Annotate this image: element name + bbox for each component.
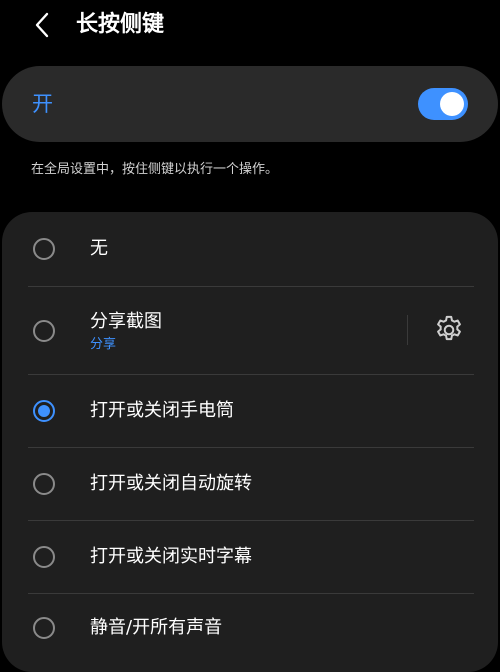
option-sublabel: 分享 <box>90 337 117 352</box>
master-toggle[interactable] <box>418 88 468 120</box>
master-switch-row[interactable]: 开 <box>2 66 498 142</box>
option-mute-all-sounds[interactable]: 静音/开所有声音 <box>2 594 498 666</box>
chevron-left-icon <box>35 12 49 38</box>
option-label: 静音/开所有声音 <box>90 617 223 638</box>
option-live-caption[interactable]: 打开或关闭实时字幕 <box>2 521 498 593</box>
option-auto-rotate[interactable]: 打开或关闭自动旋转 <box>2 448 498 520</box>
option-none[interactable]: 无 <box>2 212 498 286</box>
radio-dot <box>38 405 50 417</box>
gear-icon <box>437 315 461 341</box>
option-label: 打开或关闭手电筒 <box>90 400 234 421</box>
radio-button[interactable] <box>33 238 55 260</box>
radio-button[interactable] <box>33 546 55 568</box>
radio-button[interactable] <box>33 617 55 639</box>
back-button[interactable] <box>28 10 56 40</box>
radio-button[interactable] <box>33 320 55 342</box>
option-label: 分享截图 <box>90 311 162 332</box>
radio-button[interactable] <box>33 473 55 495</box>
radio-button-selected[interactable] <box>33 400 55 422</box>
toggle-knob <box>440 92 464 116</box>
master-switch-label: 开 <box>32 92 53 116</box>
page-title: 长按侧键 <box>76 12 165 37</box>
option-flashlight[interactable]: 打开或关闭手电筒 <box>2 375 498 447</box>
option-share-screenshot[interactable]: 分享截图 分享 <box>2 287 498 374</box>
options-list: 无 分享截图 分享 打开或关闭手电筒 打开或关闭自动旋转 打开或关闭实时字幕 静… <box>2 212 498 672</box>
description-text: 在全局设置中，按住侧键以执行一个操作。 <box>31 162 279 177</box>
share-settings-button[interactable] <box>432 313 466 347</box>
option-label: 打开或关闭自动旋转 <box>90 473 252 494</box>
vertical-separator <box>407 315 408 345</box>
option-label: 无 <box>90 238 108 259</box>
option-label: 打开或关闭实时字幕 <box>90 546 252 567</box>
header: 长按侧键 <box>0 0 500 50</box>
